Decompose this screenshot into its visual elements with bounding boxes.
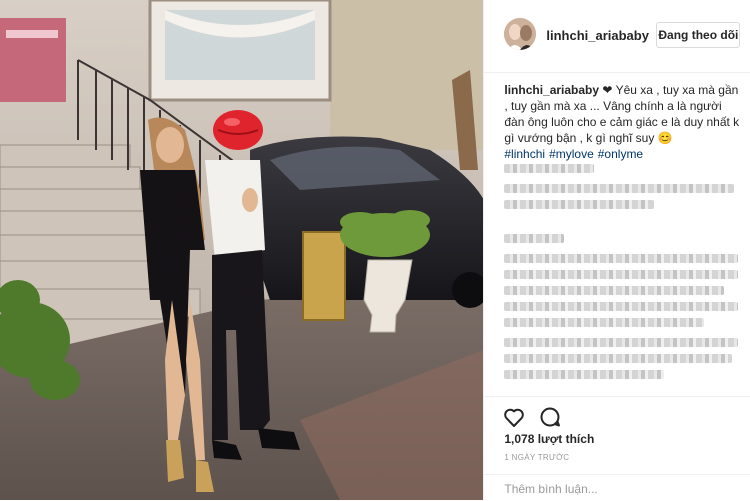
post-caption: linhchi_aria​baby ❤ Yêu xa , tuy xa mà g…	[504, 82, 740, 162]
comment-input[interactable]	[504, 481, 735, 497]
blurred-comment-line	[504, 164, 595, 173]
blurred-comments	[504, 162, 740, 398]
caption-username[interactable]: linhchi_aria​baby	[504, 83, 599, 97]
blurred-comment-line	[504, 234, 565, 243]
blurred-comment-line	[504, 286, 725, 295]
action-bar	[484, 396, 750, 433]
blurred-comment-line	[504, 270, 739, 279]
smile-emoji: 😊	[657, 131, 673, 145]
blurred-comment-line	[504, 370, 665, 379]
profile-avatar[interactable]	[504, 18, 537, 50]
blurred-comment-line	[504, 354, 733, 363]
following-button[interactable]: Đang theo dõi	[656, 22, 741, 48]
post-photo[interactable]	[0, 0, 484, 500]
post-sidebar: linhchi_aria​baby Đang theo dõi linhchi_…	[483, 0, 750, 500]
heart-outline-icon[interactable]	[502, 405, 526, 429]
blurred-comment-line	[504, 200, 655, 209]
blurred-comment-line	[504, 302, 739, 311]
instagram-post: linhchi_aria​baby Đang theo dõi linhchi_…	[0, 0, 750, 500]
blurred-comment-line	[504, 338, 739, 347]
hashtag-link[interactable]: #onlyme	[598, 147, 643, 161]
username-link[interactable]: linhchi_aria​baby	[546, 28, 649, 43]
face-sticker	[213, 110, 263, 150]
post-timestamp[interactable]: 1 NGÀY TRƯỚC	[504, 453, 569, 462]
post-header: linhchi_aria​baby Đang theo dõi	[484, 0, 750, 73]
photo-scene	[0, 0, 484, 500]
comment-box	[484, 474, 750, 501]
blurred-comment-line	[504, 254, 739, 263]
avatar-image	[504, 18, 537, 50]
hashtag-link[interactable]: #linhchi	[504, 147, 545, 161]
hashtag-link[interactable]: #mylove	[549, 147, 594, 161]
speech-bubble-icon[interactable]	[538, 405, 562, 429]
blurred-comment-line	[504, 318, 705, 327]
likes-count[interactable]: 1,078 lượt thích	[504, 432, 594, 446]
blurred-comment-line	[504, 184, 735, 193]
heart-emoji: ❤	[602, 83, 613, 97]
